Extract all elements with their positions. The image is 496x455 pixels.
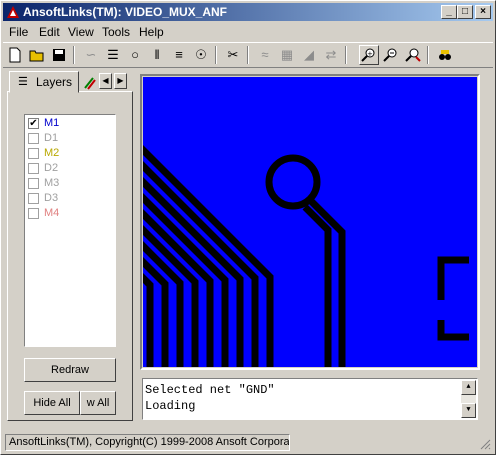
console-line: Loading: [145, 399, 196, 413]
save-disk-icon[interactable]: [49, 45, 69, 65]
layer-checkbox[interactable]: [28, 133, 39, 144]
shape-icon[interactable]: ◢: [299, 45, 319, 65]
toolbar: ∽ ☰ ○ ‖ ≡ ☉ ✂ ≈ ▦ ◢ ⇄ +: [3, 42, 493, 68]
console-scrollbar[interactable]: ▲ ▼: [461, 380, 476, 418]
zoom-in-icon[interactable]: +: [359, 45, 379, 65]
maximize-button[interactable]: □: [457, 5, 473, 19]
open-folder-icon[interactable]: [27, 45, 47, 65]
zoom-out-icon[interactable]: [381, 45, 401, 65]
scroll-down-button[interactable]: ▼: [461, 403, 476, 418]
redraw-button[interactable]: Redraw: [24, 358, 116, 382]
title-bar[interactable]: AnsoftLinks(TM): VIDEO_MUX_ANF _ □ ×: [3, 3, 493, 21]
components-icon[interactable]: ≡: [169, 45, 189, 65]
app-logo-icon: [7, 6, 19, 18]
layer-checkbox[interactable]: ✔: [28, 118, 39, 129]
menu-edit[interactable]: Edit: [39, 25, 60, 39]
layer-checkbox[interactable]: [28, 208, 39, 219]
cut-scissors-icon[interactable]: ✂: [223, 45, 243, 65]
console-line: Selected net "GND": [145, 383, 275, 397]
pcb-canvas[interactable]: [143, 77, 477, 367]
menu-bar: File Edit View Tools Help: [3, 23, 493, 41]
nets-icon: [84, 77, 96, 90]
via-circle-icon[interactable]: ○: [125, 45, 145, 65]
toolbar-separator: [73, 46, 75, 64]
layer-label: D1: [44, 132, 59, 144]
status-bar: AnsoftLinks(TM), Copyright(C) 1999-2008 …: [3, 433, 493, 451]
new-file-icon[interactable]: [5, 45, 25, 65]
window-title: AnsoftLinks(TM): VIDEO_MUX_ANF: [23, 5, 227, 19]
status-text: AnsoftLinks(TM), Copyright(C) 1999-2008 …: [5, 434, 290, 451]
toolbar-separator: [215, 46, 217, 64]
menu-help[interactable]: Help: [139, 25, 164, 39]
menu-view[interactable]: View: [68, 25, 94, 39]
resize-grip-icon[interactable]: [479, 438, 491, 450]
layer-checkbox[interactable]: [28, 178, 39, 189]
minimize-button[interactable]: _: [441, 5, 457, 19]
layers-stack-icon[interactable]: ☰: [103, 45, 123, 65]
hide-all-button[interactable]: Hide All: [24, 391, 80, 415]
layer-list: ✔ M1 D1 M2 D2 M3 D3 M4: [24, 114, 116, 347]
layer-label: M3: [44, 177, 60, 189]
close-button[interactable]: ×: [475, 5, 491, 19]
flip-icon[interactable]: ⇄: [321, 45, 341, 65]
layer-checkbox[interactable]: [28, 193, 39, 204]
tab-nets[interactable]: [79, 73, 99, 92]
layer-label: D3: [44, 192, 59, 204]
show-all-button[interactable]: w All: [80, 391, 116, 415]
grid-icon[interactable]: ▦: [277, 45, 297, 65]
layer-label: M1: [44, 117, 60, 129]
layer-label: M2: [44, 147, 60, 159]
toolbar-separator: [247, 46, 249, 64]
app-window: AnsoftLinks(TM): VIDEO_MUX_ANF _ □ × Fil…: [0, 0, 496, 455]
menu-file[interactable]: File: [9, 25, 28, 39]
toolbar-separator: [345, 46, 347, 64]
layer-checkbox[interactable]: [28, 148, 39, 159]
toolbar-separator: [427, 46, 429, 64]
layers-stack-icon: ☰: [18, 76, 28, 88]
menu-tools[interactable]: Tools: [102, 25, 130, 39]
layer-label: M4: [44, 207, 60, 219]
pins-icon[interactable]: ‖: [147, 45, 167, 65]
output-console[interactable]: Selected net "GND" Loading ▲ ▼: [142, 378, 478, 420]
tab-scroll-left-button[interactable]: ◀: [99, 73, 112, 89]
svg-text:+: +: [367, 50, 373, 58]
layer-label: D2: [44, 162, 59, 174]
tab-layers-label: Layers: [36, 75, 73, 89]
trace-icon[interactable]: ∽: [81, 45, 101, 65]
pcb-layout-drawing: [143, 145, 469, 367]
zoom-fit-icon[interactable]: [403, 45, 423, 65]
tab-layers[interactable]: ☰ Layers: [9, 71, 79, 93]
find-icon[interactable]: [435, 45, 455, 65]
tab-scroll-right-button[interactable]: ▶: [114, 73, 127, 89]
layer-checkbox[interactable]: [28, 163, 39, 174]
scroll-up-button[interactable]: ▲: [461, 380, 476, 395]
net-filter-icon[interactable]: ≈: [255, 45, 275, 65]
tool-icon[interactable]: ☉: [191, 45, 211, 65]
